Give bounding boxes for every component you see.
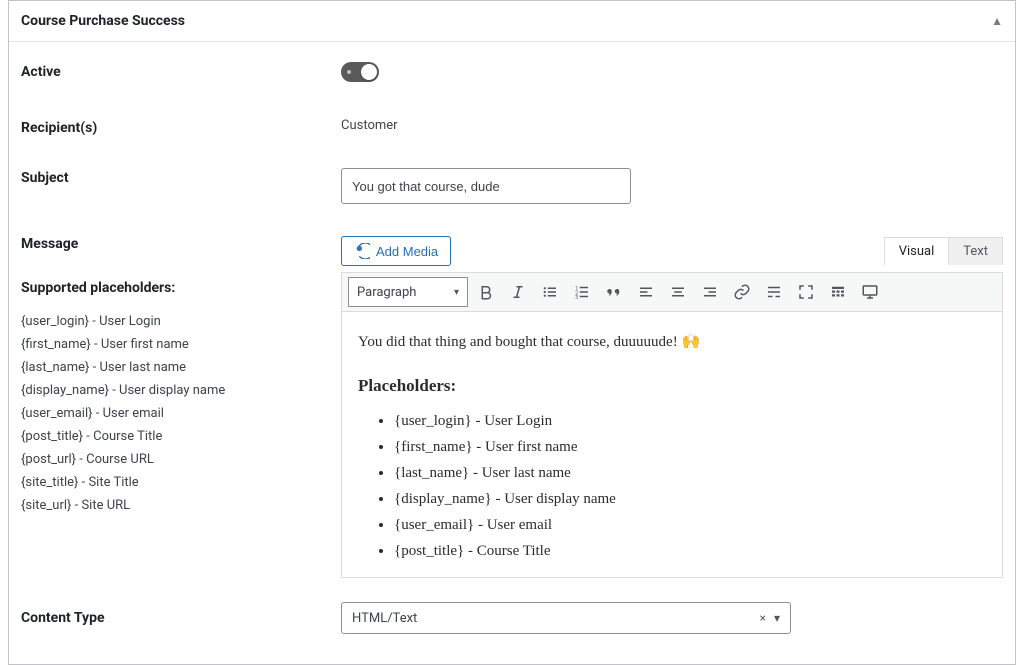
format-select-value: Paragraph bbox=[357, 285, 416, 300]
content-type-value: HTML/Text bbox=[352, 611, 417, 626]
editor-toolbar: Paragraph 123 bbox=[341, 272, 1003, 312]
quote-icon[interactable] bbox=[600, 277, 628, 307]
placeholder-item: {post_title} - Course Title bbox=[21, 429, 341, 444]
subject-label: Subject bbox=[21, 168, 341, 186]
toggle-knob bbox=[361, 64, 377, 80]
add-media-label: Add Media bbox=[376, 244, 438, 259]
tab-text[interactable]: Text bbox=[949, 238, 1002, 265]
placeholder-item: {user_email} - User email bbox=[21, 406, 341, 421]
fullscreen-icon[interactable] bbox=[792, 277, 820, 307]
row-subject: Subject bbox=[21, 168, 1003, 204]
editor-placeholder-item: {user_login} - User Login bbox=[394, 409, 986, 433]
subject-input[interactable] bbox=[341, 168, 631, 204]
toolbar-toggle-icon[interactable] bbox=[824, 277, 852, 307]
placeholder-list: {user_login} - User Login {first_name} -… bbox=[21, 314, 341, 513]
media-icon bbox=[354, 243, 370, 259]
tab-visual[interactable]: Visual bbox=[885, 238, 950, 265]
row-active: Active bbox=[21, 62, 1003, 86]
editor-placeholder-item: {display_name} - User display name bbox=[394, 487, 986, 511]
placeholder-item: {user_login} - User Login bbox=[21, 314, 341, 329]
format-select[interactable]: Paragraph bbox=[348, 277, 468, 307]
collapse-caret-icon[interactable]: ▲ bbox=[991, 14, 1003, 28]
settings-panel: Course Purchase Success ▲ Active Recipie… bbox=[8, 0, 1016, 665]
placeholder-item: {post_url} - Course URL bbox=[21, 452, 341, 467]
editor-content[interactable]: You did that thing and bought that cours… bbox=[341, 312, 1003, 578]
svg-text:3: 3 bbox=[575, 295, 578, 301]
editor-tabs: Visual Text bbox=[884, 237, 1003, 265]
message-label: Message bbox=[21, 236, 341, 252]
recipients-value: Customer bbox=[341, 118, 1003, 133]
editor-top-row: Add Media Visual Text bbox=[341, 236, 1003, 266]
active-label: Active bbox=[21, 62, 341, 80]
row-recipients: Recipient(s) Customer bbox=[21, 118, 1003, 136]
chevron-down-icon[interactable]: ▾ bbox=[774, 611, 780, 625]
recipients-label: Recipient(s) bbox=[21, 118, 341, 136]
row-content-type: Content Type HTML/Text × ▾ bbox=[21, 602, 1003, 634]
placeholder-item: {first_name} - User first name bbox=[21, 337, 341, 352]
editor-intro: You did that thing and bought that cours… bbox=[358, 330, 986, 354]
bullet-list-icon[interactable] bbox=[536, 277, 564, 307]
bold-icon[interactable] bbox=[472, 277, 500, 307]
placeholder-item: {site_url} - Site URL bbox=[21, 498, 341, 513]
editor-placeholder-item: {post_title} - Course Title bbox=[394, 539, 986, 563]
align-center-icon[interactable] bbox=[664, 277, 692, 307]
row-message: Message Supported placeholders: {user_lo… bbox=[21, 236, 1003, 578]
add-media-button[interactable]: Add Media bbox=[341, 236, 451, 266]
editor-placeholder-list: {user_login} - User Login {first_name} -… bbox=[358, 409, 986, 563]
editor-placeholder-item: {last_name} - User last name bbox=[394, 461, 986, 485]
placeholder-item: {site_title} - Site Title bbox=[21, 475, 341, 490]
panel-header: Course Purchase Success ▲ bbox=[9, 1, 1015, 42]
content-type-label: Content Type bbox=[21, 610, 341, 626]
editor: Add Media Visual Text Paragraph 123 bbox=[341, 236, 1003, 578]
monitor-icon[interactable] bbox=[856, 277, 884, 307]
link-icon[interactable] bbox=[728, 277, 756, 307]
number-list-icon[interactable]: 123 bbox=[568, 277, 596, 307]
panel-title: Course Purchase Success bbox=[21, 13, 185, 29]
editor-placeholders-heading: Placeholders: bbox=[358, 372, 986, 399]
editor-placeholder-item: {user_email} - User email bbox=[394, 513, 986, 537]
insert-more-icon[interactable] bbox=[760, 277, 788, 307]
active-toggle[interactable] bbox=[341, 62, 379, 82]
content-type-select[interactable]: HTML/Text × ▾ bbox=[341, 602, 791, 634]
panel-body: Active Recipient(s) Customer Subject Mes… bbox=[9, 42, 1015, 664]
supported-placeholders-label: Supported placeholders: bbox=[21, 280, 341, 296]
italic-icon[interactable] bbox=[504, 277, 532, 307]
clear-icon[interactable]: × bbox=[760, 611, 766, 625]
editor-placeholder-item: {first_name} - User first name bbox=[394, 435, 986, 459]
placeholder-item: {last_name} - User last name bbox=[21, 360, 341, 375]
align-left-icon[interactable] bbox=[632, 277, 660, 307]
toggle-indicator bbox=[347, 70, 351, 74]
placeholder-item: {display_name} - User display name bbox=[21, 383, 341, 398]
align-right-icon[interactable] bbox=[696, 277, 724, 307]
